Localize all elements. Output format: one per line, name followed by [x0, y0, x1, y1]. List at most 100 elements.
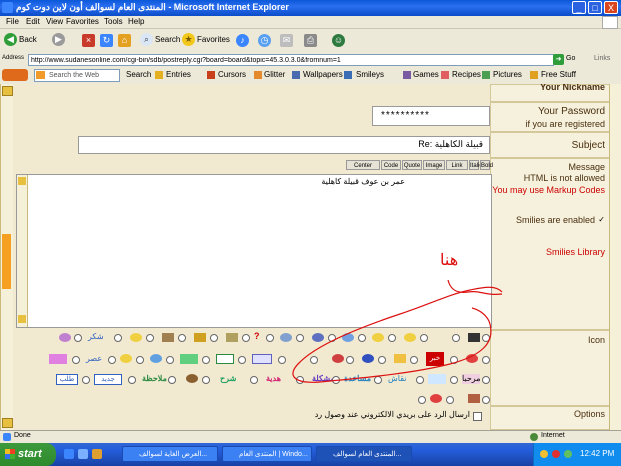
- web-search-icon: [36, 71, 45, 79]
- textarea-scroll-down-icon[interactable]: [18, 315, 26, 323]
- quicklaunch-media-icon[interactable]: [92, 449, 102, 459]
- textarea-scrollbar[interactable]: [17, 175, 28, 327]
- links-recipes[interactable]: Recipes: [452, 70, 481, 79]
- icon-radio[interactable]: [202, 356, 210, 364]
- subject-label: Subject: [571, 140, 605, 151]
- icon-radio[interactable]: [242, 334, 250, 342]
- menu-help[interactable]: Help: [128, 17, 144, 26]
- favorites-label: Favorites: [197, 35, 230, 44]
- icon-radio[interactable]: [108, 356, 116, 364]
- icon-radio[interactable]: [266, 334, 274, 342]
- icon-radio[interactable]: [128, 376, 136, 384]
- home-icon[interactable]: ⌂: [118, 34, 131, 47]
- menu-edit[interactable]: Edit: [26, 17, 40, 26]
- scroll-down-arrow-icon[interactable]: [2, 418, 13, 428]
- scroll-thumb[interactable]: [2, 234, 11, 289]
- heart-emoticon-icon: [430, 394, 442, 403]
- options-row: ارسال الرد على بريدي الالكتروني عند وصول…: [16, 408, 488, 426]
- clock: 12:42 PM: [580, 449, 615, 458]
- links-glitter[interactable]: Glitter: [264, 70, 285, 79]
- markup-codes-link[interactable]: You may use Markup Codes: [492, 185, 605, 195]
- links-entries[interactable]: Entries: [166, 70, 191, 79]
- windows-flag-icon: [602, 16, 618, 29]
- task-button-2[interactable]: المنتدى العام | Windo...: [222, 446, 312, 462]
- inner-frame-scrollbar[interactable]: [0, 84, 13, 430]
- editor-link-button[interactable]: Link: [446, 160, 468, 170]
- refresh-icon[interactable]: ↻: [100, 34, 113, 47]
- icon-radio[interactable]: [178, 334, 186, 342]
- smilies-library-link[interactable]: Smilies Library: [546, 247, 605, 257]
- tray-network-icon[interactable]: [564, 450, 572, 458]
- links-smileys[interactable]: Smileys: [356, 70, 384, 79]
- password-label-cell: Your Password if you are registered: [490, 102, 610, 132]
- forward-button[interactable]: ▶: [52, 33, 65, 46]
- icon-radio[interactable]: [446, 396, 454, 404]
- smile-emoticon-icon: [130, 333, 142, 342]
- textarea-scroll-up-icon[interactable]: [18, 177, 26, 185]
- notify-checkbox[interactable]: [473, 412, 482, 421]
- icon-radio[interactable]: [482, 396, 490, 404]
- taskbar: start العرض الغاية لسوالف... المنتدى الع…: [0, 443, 621, 466]
- icon-radio[interactable]: [114, 334, 122, 342]
- icon-radio[interactable]: [136, 356, 144, 364]
- editor-center-button[interactable]: Center: [346, 160, 380, 170]
- links-pictures[interactable]: Pictures: [493, 70, 522, 79]
- quicklaunch-desktop-icon[interactable]: [78, 449, 88, 459]
- editor-code-button[interactable]: Code: [381, 160, 401, 170]
- links-cursors[interactable]: Cursors: [218, 70, 246, 79]
- menu-view[interactable]: View: [46, 17, 63, 26]
- icon-radio[interactable]: [418, 396, 426, 404]
- scroll-up-arrow-icon[interactable]: [2, 86, 13, 96]
- menu-tools[interactable]: Tools: [104, 17, 123, 26]
- search-button[interactable]: ⌕ Search: [140, 33, 180, 46]
- icon-radio[interactable]: [72, 356, 80, 364]
- history-icon[interactable]: ◷: [258, 34, 271, 47]
- go-label[interactable]: Go: [566, 55, 575, 62]
- menu-favorites[interactable]: Favorites: [66, 17, 99, 26]
- stop-icon[interactable]: ×: [82, 34, 95, 47]
- links-label[interactable]: Links: [594, 55, 610, 62]
- editor-italic-button[interactable]: Italic: [469, 160, 482, 170]
- task-button-3[interactable]: المنتدى العام لسوالف...: [316, 446, 412, 462]
- red-annotation-circle: [292, 279, 503, 383]
- editor-quote-button[interactable]: Quote: [402, 160, 422, 170]
- media-icon[interactable]: ♪: [236, 34, 249, 47]
- links-free-stuff[interactable]: Free Stuff: [541, 70, 576, 79]
- maximize-button[interactable]: □: [588, 1, 602, 14]
- icon-radio[interactable]: [146, 334, 154, 342]
- icon-radio[interactable]: [74, 334, 82, 342]
- page-scrollbar[interactable]: [609, 84, 621, 430]
- subject-field[interactable]: Re: قبيلة الكاهلية: [78, 136, 490, 154]
- print-icon[interactable]: ⎙: [304, 34, 317, 47]
- web-search-button[interactable]: Search: [126, 70, 151, 79]
- quicklaunch-ie-icon[interactable]: [64, 449, 74, 459]
- go-arrow-icon[interactable]: ➜: [553, 54, 564, 65]
- password-field[interactable]: **********: [372, 106, 490, 126]
- close-button[interactable]: X: [604, 1, 618, 14]
- wallpaper-link-icon: [292, 71, 300, 79]
- tray-speaker-icon[interactable]: [540, 450, 548, 458]
- task-button-1[interactable]: العرض الغاية لسوالف...: [122, 446, 218, 462]
- back-button[interactable]: ◀ Back: [4, 33, 37, 46]
- favorites-button[interactable]: ★ Favorites: [182, 33, 230, 46]
- icon-radio[interactable]: [168, 376, 176, 384]
- web-search-input[interactable]: Search the Web: [34, 69, 120, 82]
- mail-icon[interactable]: ✉: [280, 34, 293, 47]
- messenger-icon[interactable]: ☺: [332, 34, 345, 47]
- links-games[interactable]: Games: [413, 70, 439, 79]
- menu-file[interactable]: File: [6, 17, 19, 26]
- page-content: Your Nickname Your Password if you are r…: [0, 84, 621, 430]
- icon-radio[interactable]: [238, 356, 246, 364]
- icon-radio[interactable]: [166, 356, 174, 364]
- start-button[interactable]: start: [0, 443, 56, 466]
- icon-radio[interactable]: [250, 376, 258, 384]
- icon-radio[interactable]: [82, 376, 90, 384]
- links-wallpapers[interactable]: Wallpapers: [303, 70, 343, 79]
- tray-shield-icon[interactable]: [552, 450, 560, 458]
- minimize-button[interactable]: _: [572, 1, 586, 14]
- icon-radio[interactable]: [210, 334, 218, 342]
- icon-radio[interactable]: [202, 376, 210, 384]
- editor-image-button[interactable]: Image: [423, 160, 445, 170]
- address-input[interactable]: [28, 54, 554, 66]
- editor-bold-button[interactable]: Bold: [480, 160, 493, 170]
